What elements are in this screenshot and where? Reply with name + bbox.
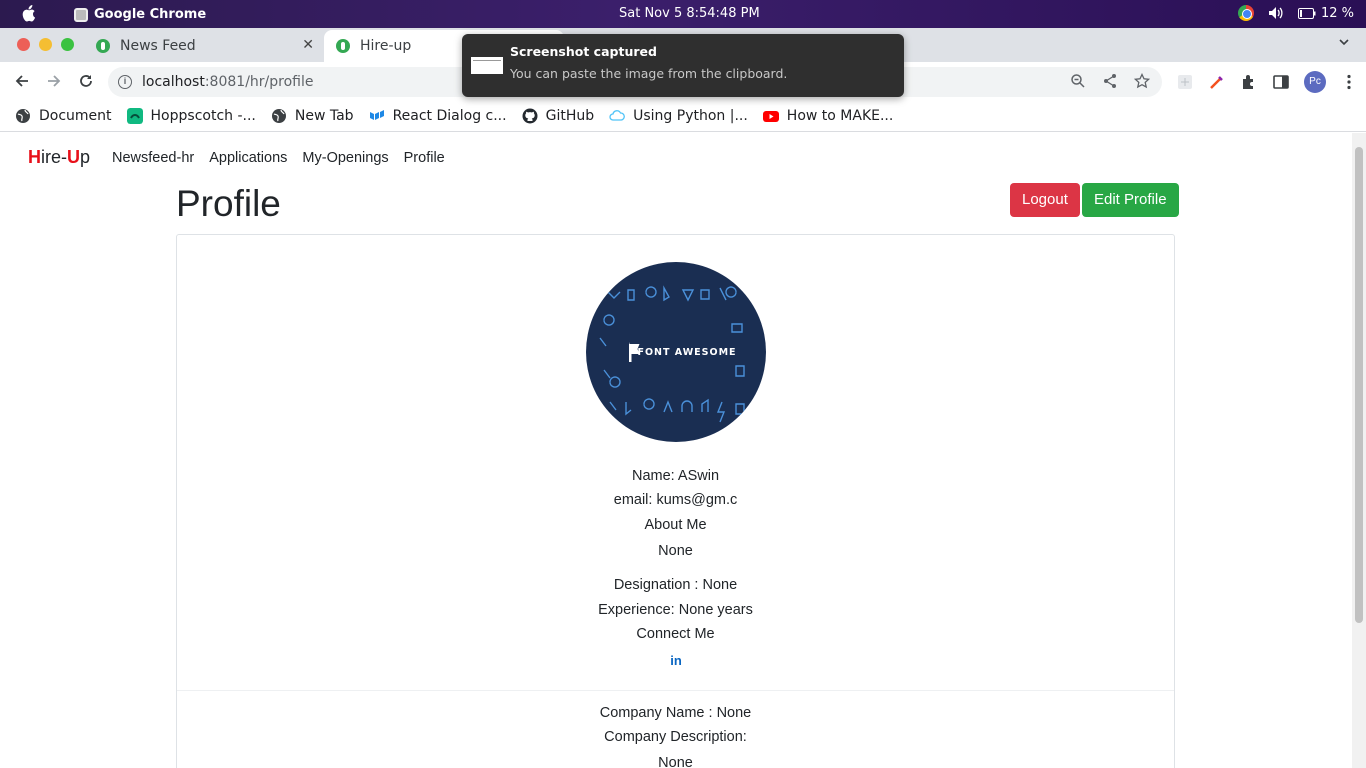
zoom-icon[interactable]: [1070, 73, 1086, 89]
bookmark-label: GitHub: [545, 107, 595, 124]
brand-text-ire: ire-: [41, 147, 67, 167]
tab-news-feed[interactable]: News Feed ✕: [84, 30, 324, 62]
logout-button[interactable]: Logout: [1010, 183, 1080, 217]
url-path: :8081/hr/profile: [204, 74, 314, 90]
banner-text: FONT AWESOME: [637, 347, 736, 358]
profile-email: email: kums@gm.c: [613, 492, 738, 508]
battery-icon: [1297, 7, 1316, 19]
cloud-icon: [609, 109, 626, 121]
tab-label: News Feed: [120, 38, 196, 54]
tab-label: Hire-up: [360, 38, 412, 54]
back-arrow-icon[interactable]: [13, 72, 31, 90]
url-text[interactable]: localhost:8081/hr/profile: [142, 74, 313, 90]
globe-icon: [16, 108, 30, 123]
minimize-window-button[interactable]: [39, 38, 52, 51]
brand-letter-u: U: [67, 147, 80, 167]
app-navbar: Hire-Up Newsfeed-hr Applications My-Open…: [28, 147, 460, 168]
designation: Designation : None: [613, 577, 738, 593]
nav-link-applications[interactable]: Applications: [209, 150, 287, 166]
share-icon[interactable]: [1102, 73, 1118, 89]
edit-profile-button[interactable]: Edit Profile: [1082, 183, 1179, 217]
about-value: None: [658, 543, 693, 559]
page-viewport: Hire-Up Newsfeed-hr Applications My-Open…: [0, 133, 1352, 768]
bookmark-star-icon[interactable]: [1134, 73, 1150, 89]
section-divider: [177, 690, 1174, 691]
profile-card: FONT AWESOME Name: ASwin email: kums@gm.…: [176, 234, 1175, 768]
profile-picture: FONT AWESOME: [586, 262, 766, 442]
maximize-window-button[interactable]: [61, 38, 74, 51]
screenshot-notification[interactable]: Screenshot captured You can paste the im…: [462, 34, 904, 97]
connect-heading: Connect Me: [636, 626, 715, 642]
bookmark-using-python[interactable]: Using Python |...: [609, 108, 748, 124]
volume-icon[interactable]: [1268, 6, 1284, 20]
hoppscotch-icon: [126, 107, 143, 124]
close-window-button[interactable]: [17, 38, 30, 51]
bookmark-label: Document: [39, 107, 112, 124]
forward-arrow-icon[interactable]: [45, 72, 63, 90]
bookmark-new-tab[interactable]: New Tab: [271, 108, 354, 124]
bookmark-how-to-make[interactable]: How to MAKE...: [762, 107, 894, 124]
side-panel-icon[interactable]: [1272, 73, 1290, 91]
bookmark-react-dialog[interactable]: React Dialog c...: [369, 108, 507, 124]
github-icon: [522, 108, 538, 123]
bookmark-document[interactable]: Document: [15, 108, 112, 124]
nav-link-newsfeed[interactable]: Newsfeed-hr: [112, 150, 194, 166]
bookmark-label: New Tab: [294, 107, 354, 124]
chrome-app-icon: [74, 7, 88, 22]
notification-body: You can paste the image from the clipboa…: [510, 66, 788, 81]
globe-icon: [271, 108, 286, 123]
bookmark-label: How to MAKE...: [786, 107, 894, 124]
linkedin-icon[interactable]: in: [669, 653, 683, 667]
battery-indicator[interactable]: 12 %: [1297, 5, 1354, 21]
about-heading: About Me: [644, 517, 707, 533]
system-clock[interactable]: Sat Nov 5 8:54:48 PM: [619, 6, 760, 21]
bookmark-github[interactable]: GitHub: [522, 107, 595, 124]
chrome-tray-icon[interactable]: [1237, 5, 1254, 21]
brand-logo[interactable]: Hire-Up: [28, 147, 90, 168]
color-picker-icon[interactable]: [1208, 73, 1226, 91]
profile-name: Name: ASwin: [631, 468, 720, 484]
youtube-icon: [762, 110, 779, 122]
company-description-value: None: [658, 755, 693, 768]
tab-search-chevron-icon[interactable]: [1338, 36, 1350, 48]
close-tab-icon[interactable]: ✕: [302, 37, 314, 53]
company-name: Company Name : None: [599, 705, 752, 721]
brand-text-p: p: [80, 147, 91, 167]
profile-avatar[interactable]: Pc: [1304, 71, 1326, 93]
page-title: Profile: [176, 183, 281, 224]
mui-icon: [369, 109, 384, 120]
brand-letter-h: H: [28, 147, 41, 167]
linkedin-label: in: [670, 653, 682, 667]
kebab-menu-icon[interactable]: [1340, 73, 1358, 91]
battery-percent: 12 %: [1320, 5, 1354, 21]
bookmarks-bar: Document Hoppscotch -... New Tab React D…: [0, 100, 1366, 132]
extension-grid-icon[interactable]: [1176, 73, 1194, 91]
url-host: localhost: [142, 74, 205, 90]
page-scrollbar[interactable]: [1352, 133, 1366, 768]
screenshot-thumbnail: [471, 57, 503, 74]
nav-link-my-openings[interactable]: My-Openings: [302, 150, 388, 166]
nav-link-profile[interactable]: Profile: [404, 150, 445, 166]
extensions-puzzle-icon[interactable]: [1240, 73, 1258, 91]
active-app-menu[interactable]: Google Chrome: [74, 7, 206, 22]
notification-title: Screenshot captured: [510, 44, 657, 59]
tab-favicon-icon: [96, 39, 110, 53]
bookmark-label: React Dialog c...: [392, 107, 507, 124]
company-description-label: Company Description:: [604, 729, 747, 745]
bookmark-label: Hoppscotch -...: [150, 107, 256, 124]
bookmark-hoppscotch[interactable]: Hoppscotch -...: [126, 107, 256, 124]
active-app-name: Google Chrome: [94, 7, 207, 22]
apple-icon[interactable]: [20, 5, 36, 22]
scrollbar-thumb[interactable]: [1355, 147, 1363, 623]
font-awesome-banner-image: FONT AWESOME: [599, 285, 745, 423]
bookmark-label: Using Python |...: [633, 107, 748, 124]
tab-favicon-icon: [336, 39, 350, 53]
experience: Experience: None years: [598, 602, 753, 618]
reload-icon[interactable]: [77, 72, 95, 90]
site-info-icon[interactable]: i: [118, 75, 132, 89]
system-tray[interactable]: 12 %: [1237, 5, 1354, 21]
os-top-bar: Google Chrome Sat Nov 5 8:54:48 PM 12 %: [0, 0, 1366, 28]
